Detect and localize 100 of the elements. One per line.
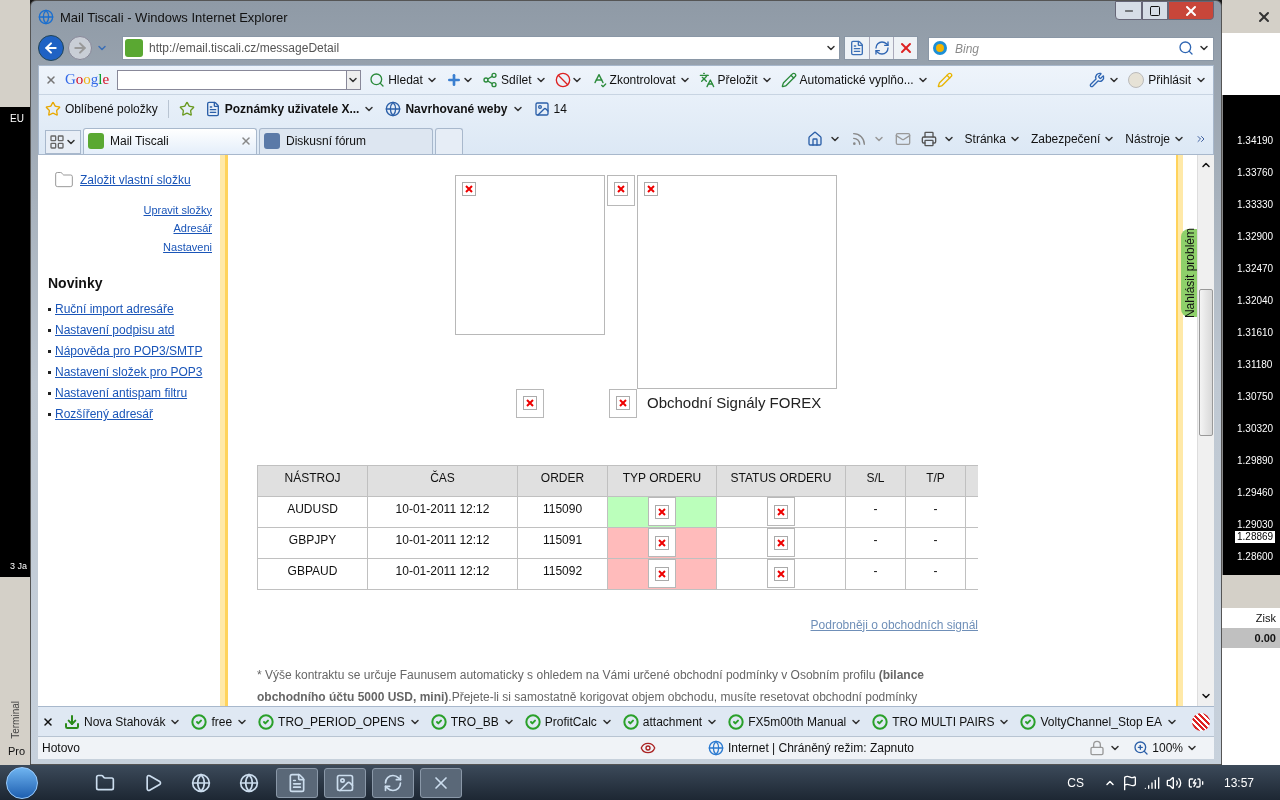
- column-header: S/L: [845, 465, 906, 497]
- flag-icon[interactable]: [1121, 774, 1138, 791]
- addon-button[interactable]: FX5m00th Manual: [728, 712, 863, 731]
- addon-button[interactable]: Nova Stahovák: [64, 712, 182, 731]
- page-icon: [287, 772, 307, 793]
- globe-icon: [708, 740, 725, 757]
- table-cell: 10-01-2011 12:12: [367, 527, 518, 559]
- start-button[interactable]: [6, 766, 38, 799]
- table-cell: -: [845, 527, 906, 559]
- toolbar-button[interactable]: Hledat: [369, 70, 438, 89]
- create-folder-link[interactable]: Založit vlastní složku: [80, 170, 191, 189]
- sidebar-link[interactable]: Nastaveni: [163, 238, 212, 256]
- news-link[interactable]: Nápověda pro POP3/SMTP: [55, 342, 203, 361]
- google-search-field[interactable]: [117, 69, 362, 90]
- panel-tab[interactable]: Pro: [8, 742, 30, 759]
- news-link[interactable]: Ruční import adresáře: [55, 300, 174, 319]
- back-arrow-icon: [43, 40, 59, 57]
- add-button[interactable]: [445, 71, 474, 88]
- favorites-button[interactable]: Oblíbené položky: [45, 100, 158, 119]
- maximize-button[interactable]: [1142, 1, 1168, 20]
- sidebar-link[interactable]: Upravit složky: [143, 201, 212, 219]
- back-button[interactable]: [38, 35, 64, 62]
- taskbar-button[interactable]: [372, 767, 414, 798]
- favorite-link[interactable]: Navrhované weby: [385, 100, 524, 119]
- feeds-button[interactable]: [850, 130, 885, 147]
- settings-button[interactable]: [1089, 71, 1121, 88]
- search-icon[interactable]: [1178, 40, 1194, 57]
- sidebar-link[interactable]: Adresář: [173, 220, 212, 237]
- taskbar-button[interactable]: [276, 767, 318, 798]
- table-cell: -: [845, 558, 906, 590]
- close-icon: [240, 135, 252, 148]
- printer-icon: [920, 130, 937, 147]
- favorite-link[interactable]: 14: [533, 100, 567, 119]
- protected-mode-button[interactable]: [1089, 740, 1122, 757]
- address-field[interactable]: http://email.tiscali.cz/messageDetail: [122, 36, 840, 61]
- news-link[interactable]: Nastavení složek pro POP3: [55, 363, 203, 382]
- favorite-link[interactable]: Poznámky uživatele X...: [204, 100, 376, 119]
- globe-icon: [385, 101, 402, 118]
- add-favorite-icon[interactable]: [178, 101, 195, 118]
- url-text: http://email.tiscali.cz/messageDetail: [149, 40, 340, 58]
- bullet-icon: [48, 391, 51, 395]
- check-icon: [258, 713, 275, 730]
- date-label: 3 Ja: [10, 559, 28, 573]
- browser-tab[interactable]: Diskusní fórum: [259, 127, 433, 154]
- addon-button[interactable]: attachment: [622, 712, 719, 731]
- network-icon[interactable]: [1143, 774, 1160, 791]
- scroll-thumb[interactable]: [1199, 288, 1213, 436]
- price-label: 1.28600: [1237, 551, 1275, 563]
- search-field[interactable]: Bing: [928, 37, 1214, 62]
- toolbar-button[interactable]: Sdílet: [481, 70, 547, 89]
- toolbar-button[interactable]: Přeložit: [698, 70, 773, 89]
- language-indicator[interactable]: CS: [1067, 773, 1084, 792]
- column-header: Zisk: [1222, 608, 1280, 628]
- addon-button[interactable]: free: [191, 712, 249, 731]
- popup-blocker-button[interactable]: [554, 71, 583, 88]
- star-icon: [45, 101, 61, 118]
- translate-icon: [698, 71, 715, 88]
- news-link[interactable]: Rozšířený adresář: [55, 405, 154, 424]
- price-label: 1.32470: [1237, 263, 1275, 275]
- command-menu[interactable]: Nástroje: [1125, 129, 1185, 148]
- scrollbar[interactable]: [1197, 154, 1214, 707]
- news-link[interactable]: Nastavení podpisu atd: [55, 321, 175, 340]
- forward-arrow-icon: [72, 40, 88, 57]
- check-icon: [1020, 713, 1037, 730]
- addon-button[interactable]: TRO_BB: [430, 712, 515, 731]
- site-icon: [125, 39, 143, 58]
- minimize-button[interactable]: [1115, 1, 1142, 20]
- details-link[interactable]: Podrobněji o obchodních signál: [810, 615, 978, 633]
- news-link[interactable]: Nastavení antispam filtru: [55, 384, 188, 403]
- check-icon: [872, 713, 889, 730]
- taskbar-button[interactable]: [324, 767, 366, 798]
- addon-button[interactable]: TRO_PERIOD_OPENS: [258, 712, 421, 731]
- price-label: 1.31610: [1237, 327, 1275, 339]
- home-button[interactable]: [806, 130, 841, 147]
- browser-tab[interactable]: Mail Tiscali: [83, 127, 257, 154]
- addon-button[interactable]: TRO MULTI PAIRS: [872, 712, 1011, 731]
- table-cell: 115092: [517, 558, 608, 590]
- zoom-button[interactable]: 100%: [1133, 739, 1198, 758]
- maximize-icon: [1149, 4, 1161, 17]
- volume-icon[interactable]: [1165, 774, 1182, 791]
- toolbar-button[interactable]: Automatické vyplňo...: [780, 70, 929, 89]
- toolbar-button[interactable]: Zkontrolovat: [590, 70, 691, 89]
- price-label: 1.29030: [1237, 519, 1275, 531]
- price-label: 1.31180: [1237, 359, 1274, 371]
- print-button[interactable]: [920, 130, 955, 147]
- symbol-label: EU: [10, 112, 25, 126]
- broken-image-icon: [774, 504, 788, 519]
- value-cell: 0.00: [1222, 628, 1280, 648]
- sign-in-button[interactable]: Přihlásit: [1128, 70, 1207, 89]
- tab-list-button[interactable]: [45, 129, 81, 154]
- command-menu[interactable]: Zabezpečení: [1030, 129, 1116, 148]
- addon-button[interactable]: ProfitCalc: [524, 712, 613, 731]
- clock[interactable]: 13:57: [1223, 773, 1254, 792]
- close-icon[interactable]: [42, 715, 54, 728]
- close-button[interactable]: [1168, 1, 1214, 20]
- command-menu[interactable]: Stránka: [964, 129, 1021, 148]
- check-icon: [191, 713, 208, 730]
- bullet-icon: [48, 370, 51, 374]
- bullet-icon: [48, 328, 51, 332]
- addon-button[interactable]: VoltyChannel_Stop EA: [1020, 712, 1178, 731]
